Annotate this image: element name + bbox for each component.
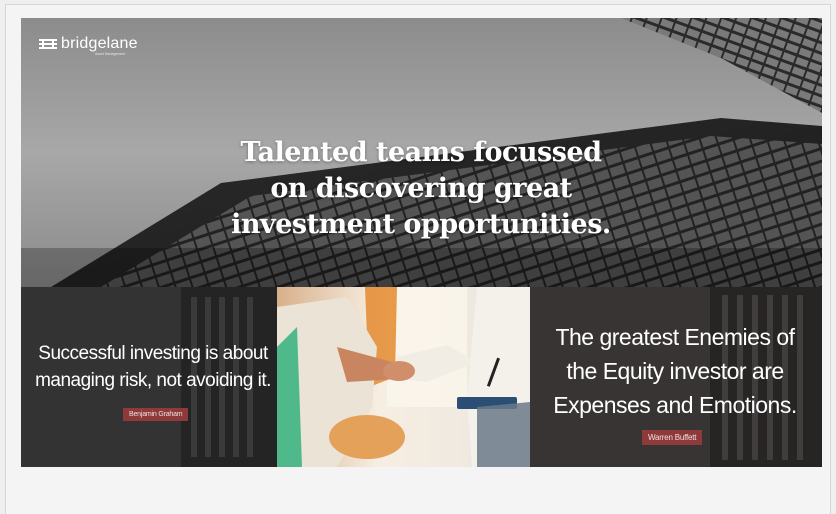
author-badge-buffett: Warren Buffett — [642, 430, 703, 445]
brand-name: bridgelane — [61, 35, 138, 52]
handshake-image — [277, 287, 530, 467]
hero-headline-line1: Talented teams focussed — [240, 137, 602, 168]
quote-line: managing risk, not avoiding it. — [35, 370, 271, 391]
hero-headline: Talented teams focussed on discovering g… — [221, 135, 621, 243]
quote-line: Successful investing is about — [38, 343, 268, 364]
author-badge-graham: Benjamin Graham — [123, 408, 189, 421]
handshake-photo — [277, 287, 530, 467]
feature-panels: Successful investing is about managing r… — [21, 287, 822, 467]
hero-banner: bridgelane Asset Management Talented tea… — [21, 18, 822, 287]
quote-panel-buffett: The greatest Enemies of the Equity inves… — [530, 287, 822, 467]
bridge-mark-icon — [39, 39, 57, 49]
quote-text-buffett: The greatest Enemies of the Equity inves… — [540, 320, 810, 422]
hero-headline-line2: on discovering great — [270, 173, 572, 204]
quote-panel-graham: Successful investing is about managing r… — [21, 287, 277, 467]
quote-line: Expenses and Emotions. — [553, 392, 797, 418]
brand-logo[interactable]: bridgelane Asset Management — [38, 35, 138, 56]
quote-text-graham: Successful investing is about managing r… — [33, 340, 273, 394]
brand-tagline: Asset Management — [95, 52, 126, 56]
quote-line: the Equity investor are — [566, 358, 784, 384]
hero-headline-line3: investment opportunities. — [231, 209, 611, 240]
quote-line: The greatest Enemies of — [555, 324, 795, 350]
